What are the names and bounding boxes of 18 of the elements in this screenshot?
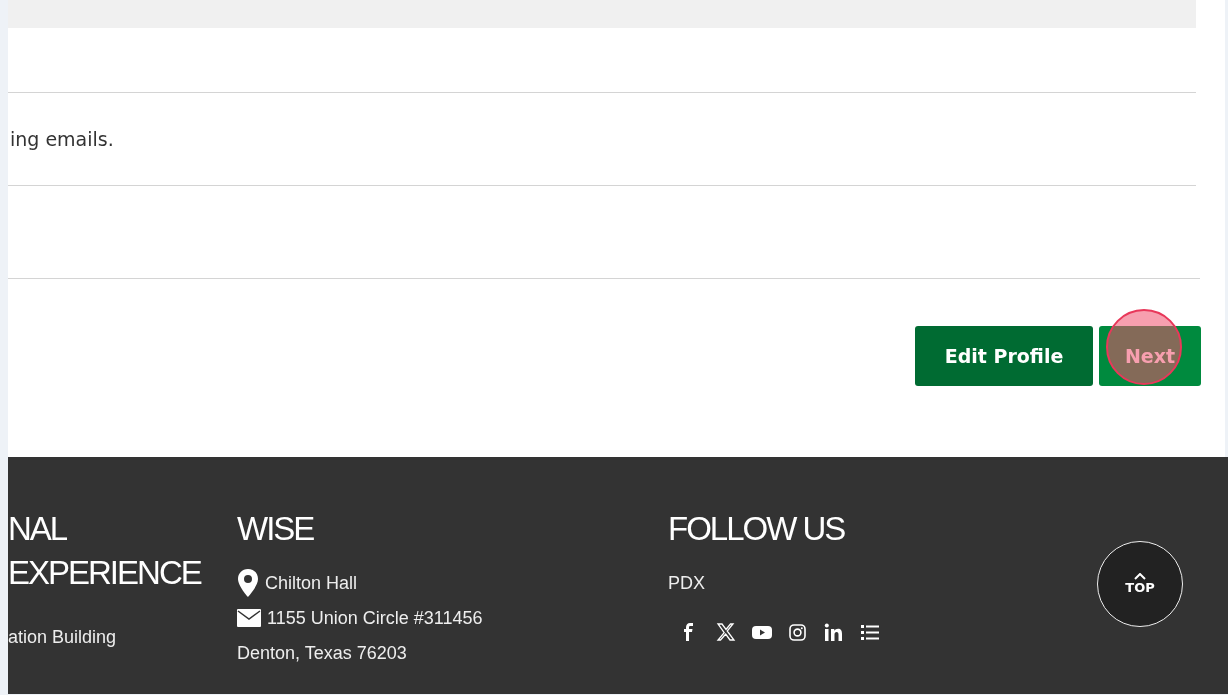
edit-profile-button[interactable]: Edit Profile: [915, 326, 1093, 386]
linkedin-icon[interactable]: [824, 623, 844, 643]
footer-text: ation Building: [8, 626, 118, 649]
instagram-icon[interactable]: [788, 623, 808, 643]
footer-text: Chilton Hall: [265, 572, 358, 595]
envelope-icon: [237, 609, 261, 627]
notice-text: ing emails.: [9, 128, 114, 150]
list-icon[interactable]: [860, 623, 880, 643]
location-pin-icon: [237, 569, 259, 597]
x-icon[interactable]: [716, 623, 736, 643]
back-to-top-button[interactable]: TOP: [1097, 541, 1183, 627]
footer-text: Denton, Texas 76203: [237, 642, 408, 665]
footer-heading: FOLLOW US: [668, 509, 846, 549]
caret-icon: [1134, 573, 1146, 580]
footer-heading: NAL EXPERIENCE: [8, 509, 203, 593]
footer-heading: WISE: [237, 509, 315, 549]
footer-text: 1155 Union Circle #311456: [267, 607, 483, 630]
footer-text: PDX: [668, 572, 706, 595]
